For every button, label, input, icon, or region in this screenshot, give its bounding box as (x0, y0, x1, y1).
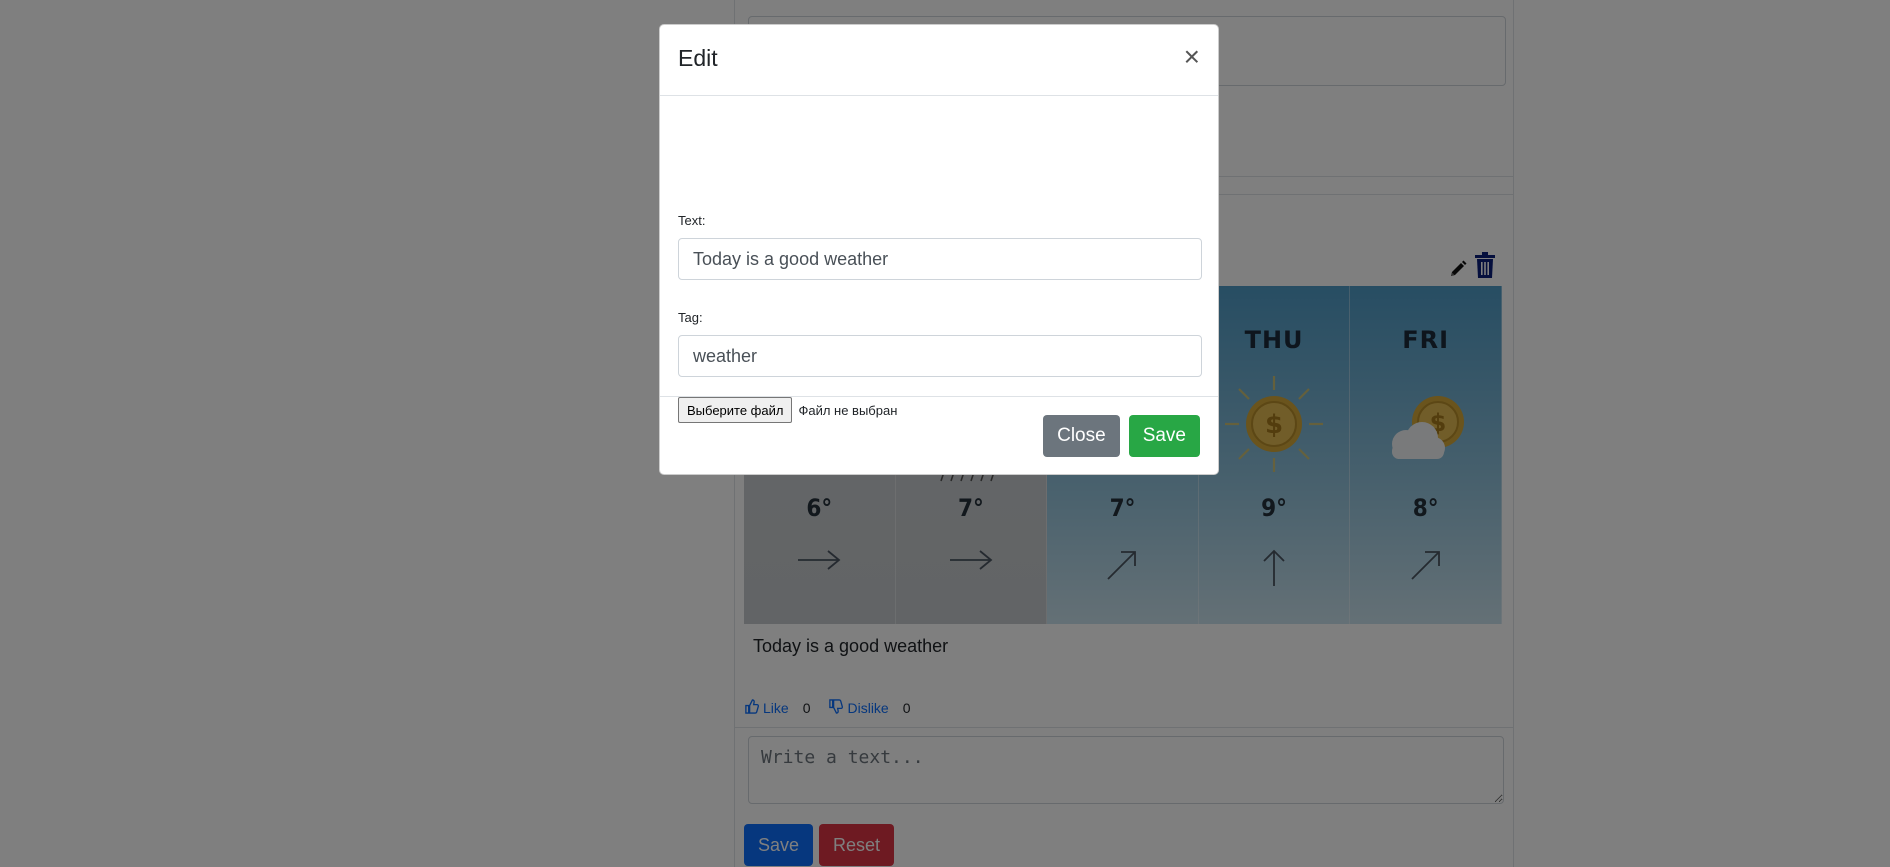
edit-modal: Edit × Text: Tag: Выберите файл Файл не … (659, 24, 1219, 475)
modal-footer-buttons: Close Save (1043, 415, 1200, 457)
save-button[interactable]: Save (1128, 415, 1200, 457)
text-field-label: Text: (678, 213, 706, 228)
text-field[interactable] (678, 238, 1202, 280)
close-button[interactable]: Close (1043, 415, 1120, 457)
tag-field-label: Tag: (678, 310, 703, 325)
tag-field[interactable] (678, 335, 1202, 377)
modal-footer: Close Save (660, 396, 1218, 476)
modal-title: Edit (678, 45, 718, 71)
modal-body: Text: Tag: Выберите файл Файл не выбран (660, 96, 1218, 423)
modal-header: Edit × (660, 25, 1218, 96)
close-icon[interactable]: × (1184, 43, 1200, 71)
